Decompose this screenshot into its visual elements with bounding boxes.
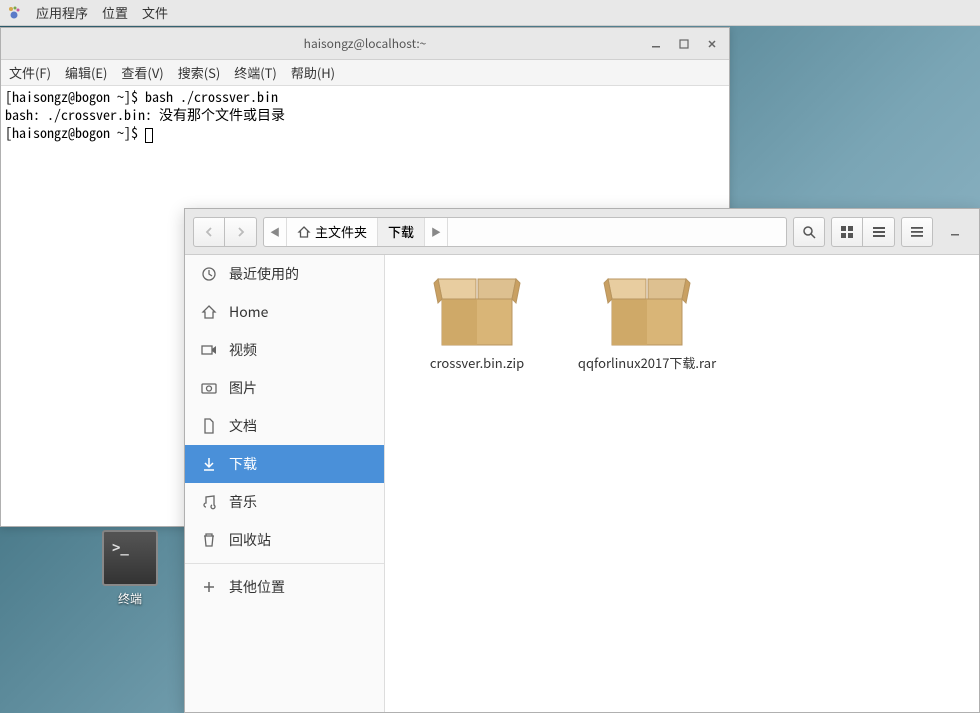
desktop-icon-terminal[interactable]: >_ 终端 bbox=[90, 530, 170, 607]
panel-applications[interactable]: 应用程序 bbox=[36, 3, 88, 22]
terminal-prompt-glyph: >_ bbox=[112, 540, 129, 556]
sidebar-label: 最近使用的 bbox=[229, 264, 299, 284]
menu-search[interactable]: 搜索(S) bbox=[178, 63, 221, 82]
sidebar-item-home[interactable]: Home bbox=[185, 293, 384, 331]
terminal-line-2: [haisongz@bogon ~]$ bbox=[5, 123, 145, 143]
terminal-window-controls bbox=[645, 28, 723, 59]
fm-body: 最近使用的 Home 视频 图片 文档 下载 bbox=[185, 255, 979, 712]
path-fwd-chevron[interactable]: ▶ bbox=[425, 218, 448, 246]
pathbar: ◀ 主文件夹 下载 ▶ bbox=[263, 217, 787, 247]
download-icon bbox=[201, 456, 217, 472]
menu-terminal[interactable]: 终端(T) bbox=[234, 63, 277, 82]
fm-headerbar: ◀ 主文件夹 下载 ▶ bbox=[185, 209, 979, 255]
panel-places[interactable]: 位置 bbox=[102, 3, 128, 22]
terminal-cursor bbox=[145, 128, 153, 143]
desktop-icon-label: 终端 bbox=[90, 590, 170, 607]
path-current[interactable]: 下载 bbox=[378, 218, 425, 246]
menu-view[interactable]: 查看(V) bbox=[121, 63, 163, 82]
sidebar-item-documents[interactable]: 文档 bbox=[185, 407, 384, 445]
file-item[interactable]: qqforlinux2017下载.rar bbox=[567, 267, 727, 376]
terminal-menubar: 文件(F) 编辑(E) 查看(V) 搜索(S) 终端(T) 帮助(H) bbox=[1, 60, 729, 86]
terminal-icon: >_ bbox=[102, 530, 158, 586]
terminal-titlebar[interactable]: haisongz@localhost:~ bbox=[1, 28, 729, 60]
path-back-chevron[interactable]: ◀ bbox=[264, 218, 287, 246]
sidebar-label: Home bbox=[229, 302, 268, 322]
path-home-label: 主文件夹 bbox=[315, 222, 367, 241]
sidebar-label: 其他位置 bbox=[229, 577, 285, 597]
minimize-icon bbox=[950, 227, 960, 237]
sidebar-separator bbox=[185, 563, 384, 564]
path-home[interactable]: 主文件夹 bbox=[287, 218, 378, 246]
sidebar-item-music[interactable]: 音乐 bbox=[185, 483, 384, 521]
music-icon bbox=[201, 494, 217, 510]
clock-icon bbox=[201, 266, 217, 282]
view-buttons bbox=[831, 217, 895, 247]
plus-icon bbox=[201, 579, 217, 595]
terminal-line-1: bash: ./crossver.bin: 没有那个文件或目录 bbox=[5, 105, 285, 125]
menu-file[interactable]: 文件(F) bbox=[9, 63, 51, 82]
sidebar-label: 回收站 bbox=[229, 530, 271, 550]
video-icon bbox=[201, 342, 217, 358]
minimize-icon bbox=[651, 39, 661, 49]
fm-minimize-button[interactable] bbox=[939, 217, 971, 247]
forward-button[interactable] bbox=[225, 217, 257, 247]
archive-icon bbox=[602, 271, 692, 349]
maximize-icon bbox=[679, 39, 689, 49]
sidebar-label: 图片 bbox=[229, 378, 257, 398]
nav-buttons bbox=[193, 217, 257, 247]
menu-help[interactable]: 帮助(H) bbox=[291, 63, 335, 82]
file-item[interactable]: crossver.bin.zip bbox=[397, 267, 557, 376]
sidebar-label: 音乐 bbox=[229, 492, 257, 512]
grid-icon bbox=[840, 225, 854, 239]
sidebar-item-pictures[interactable]: 图片 bbox=[185, 369, 384, 407]
menu-edit[interactable]: 编辑(E) bbox=[65, 63, 107, 82]
chevron-right-icon bbox=[235, 226, 247, 238]
search-icon bbox=[802, 225, 816, 239]
sidebar-item-other-locations[interactable]: 其他位置 bbox=[185, 568, 384, 606]
hamburger-menu-button[interactable] bbox=[901, 217, 933, 247]
file-label: crossver.bin.zip bbox=[401, 355, 553, 372]
file-label: qqforlinux2017下载.rar bbox=[571, 355, 723, 372]
sidebar-item-trash[interactable]: 回收站 bbox=[185, 521, 384, 559]
sidebar-label: 视频 bbox=[229, 340, 257, 360]
camera-icon bbox=[201, 380, 217, 396]
view-grid-button[interactable] bbox=[831, 217, 863, 247]
terminal-title: haisongz@localhost:~ bbox=[304, 35, 427, 52]
sidebar-label: 文档 bbox=[229, 416, 257, 436]
list-icon bbox=[872, 225, 886, 239]
sidebar-item-recent[interactable]: 最近使用的 bbox=[185, 255, 384, 293]
close-button[interactable] bbox=[701, 33, 723, 55]
path-current-label: 下载 bbox=[388, 222, 414, 241]
sidebar-label: 下载 bbox=[229, 454, 257, 474]
document-icon bbox=[201, 418, 217, 434]
file-manager-window: ◀ 主文件夹 下载 ▶ bbox=[184, 208, 980, 713]
gnome-foot-icon bbox=[6, 5, 22, 21]
fm-sidebar: 最近使用的 Home 视频 图片 文档 下载 bbox=[185, 255, 385, 712]
home-icon bbox=[201, 304, 217, 320]
panel-file[interactable]: 文件 bbox=[142, 3, 168, 22]
trash-icon bbox=[201, 532, 217, 548]
fm-content[interactable]: crossver.bin.zip qqforlinux2017下载.rar bbox=[385, 255, 979, 712]
back-button[interactable] bbox=[193, 217, 225, 247]
chevron-left-icon bbox=[203, 226, 215, 238]
home-icon bbox=[297, 225, 311, 239]
sidebar-item-downloads[interactable]: 下载 bbox=[185, 445, 384, 483]
minimize-button[interactable] bbox=[645, 33, 667, 55]
archive-icon bbox=[432, 271, 522, 349]
close-icon bbox=[707, 39, 717, 49]
terminal-line-0: [haisongz@bogon ~]$ bash ./crossver.bin bbox=[5, 87, 278, 107]
maximize-button[interactable] bbox=[673, 33, 695, 55]
hamburger-icon bbox=[910, 225, 924, 239]
view-list-button[interactable] bbox=[863, 217, 895, 247]
sidebar-item-videos[interactable]: 视频 bbox=[185, 331, 384, 369]
top-panel: 应用程序 位置 文件 bbox=[0, 0, 980, 26]
search-button[interactable] bbox=[793, 217, 825, 247]
